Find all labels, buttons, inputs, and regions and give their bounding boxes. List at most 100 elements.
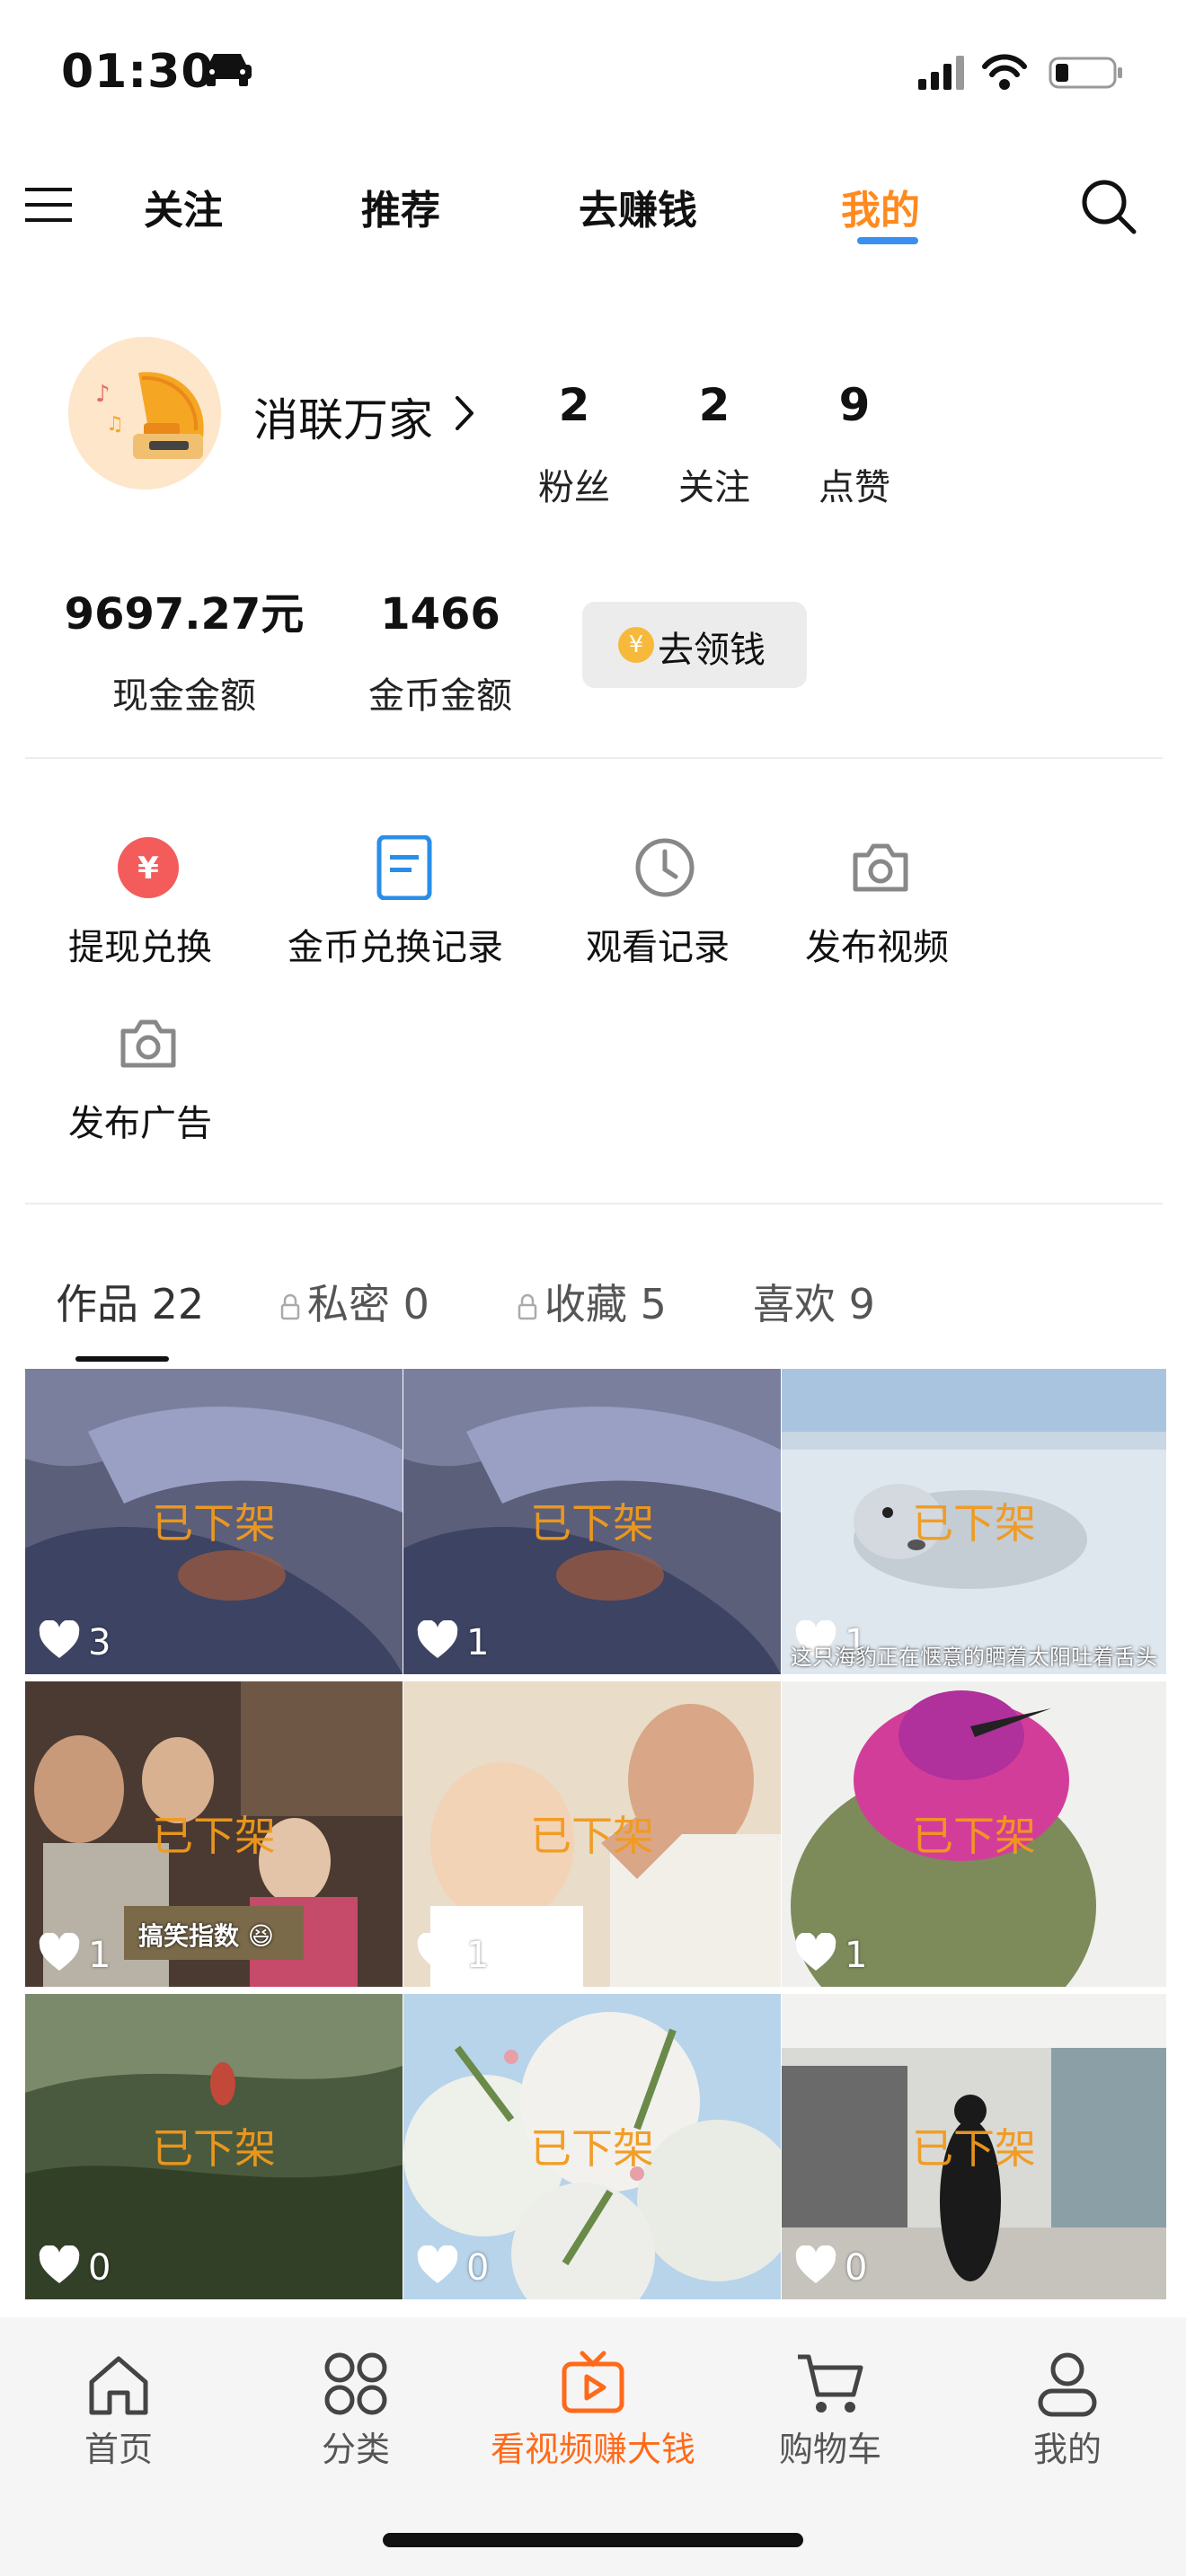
search-icon[interactable] [1078,176,1139,237]
stat-fans-count: 2 [558,379,590,431]
user-icon [1038,2352,1097,2417]
nav-tab-earn[interactable]: 去赚钱 [579,178,697,235]
func-withdraw-label: 提现兑换 [68,927,212,968]
home-indicator[interactable] [383,2533,803,2547]
video-tile[interactable]: 已下架 1 [403,1369,781,1674]
status-bar: 01:30 [0,0,1186,135]
home-icon [89,2356,148,2415]
claim-money-button[interactable]: ¥ 去领钱 [582,602,807,688]
document-icon [376,835,432,900]
username[interactable]: 消联万家 [253,384,433,449]
svg-text:¥: ¥ [137,851,159,887]
like-number: 0 [466,2247,490,2289]
video-tile[interactable]: 已下架 0 [25,1994,403,2299]
stat-likes[interactable]: 9 点赞 [787,374,922,510]
signal-icon [918,56,964,90]
camera-icon [853,843,908,892]
video-tile[interactable]: 已下架 1 这只海豹正在惬意的晒着太阳吐着舌头 [782,1369,1166,1674]
like-number: 3 [88,1622,111,1663]
func-publish-ad[interactable]: 发布广告 [36,1011,261,1146]
tabbar-watch-earn[interactable]: 看视频赚大钱 [474,2317,712,2497]
svg-text:♪: ♪ [95,381,111,408]
yuan-circle-icon: ¥ [118,837,179,898]
func-publish-video[interactable]: 发布视频 [782,835,979,970]
avatar[interactable]: ♪ ♫ [68,337,221,490]
like-number: 0 [88,2247,111,2289]
tab-private-label: 私密 0 [307,1280,429,1328]
svg-text:♫: ♫ [106,413,124,436]
content-tab-indicator [75,1356,169,1362]
like-number: 1 [845,1935,868,1976]
gramophone-image: ♪ ♫ [68,337,221,490]
removed-label: 已下架 [912,2124,1036,2173]
lock-icon [280,1293,300,1320]
stat-following-count: 2 [698,379,730,431]
tabbar-home[interactable]: 首页 [0,2317,237,2497]
func-publish-ad-label: 发布广告 [68,1103,212,1144]
video-tile[interactable]: 已下架 1 [403,1681,781,1987]
tab-works[interactable]: 作品 22 [56,1272,204,1331]
removed-label: 已下架 [530,1812,654,1860]
grid-icon [324,2352,387,2415]
video-tile[interactable]: 已下架 3 [25,1369,403,1674]
removed-label: 已下架 [912,1499,1036,1548]
top-navigation: 关注 推荐 去赚钱 我的 [0,153,1186,260]
chevron-right-icon[interactable] [452,393,477,434]
cash-label: 现金金额 [112,675,256,717]
battery-icon [1049,57,1122,89]
func-publish-video-label: 发布视频 [805,927,949,968]
stat-following[interactable]: 2 关注 [647,374,782,510]
tabbar-home-label: 首页 [84,2430,153,2469]
coin-balance[interactable]: 1466 金币金额 [350,584,530,719]
tab-liked[interactable]: 喜欢 9 [753,1272,875,1331]
laughing-emoji-icon: 😆 [247,1921,274,1951]
func-watch-history-label: 观看记录 [586,927,730,968]
tab-private[interactable]: 私密 0 [280,1272,429,1331]
nav-tab-follow[interactable]: 关注 [144,178,223,235]
tabbar-category-label: 分类 [321,2430,390,2469]
stat-fans[interactable]: 2 粉丝 [507,374,642,510]
coin-icon: ¥ [618,627,654,663]
tab-favorites[interactable]: 收藏 5 [518,1272,667,1331]
cash-balance[interactable]: 9697.27元 现金金额 [54,584,314,719]
nav-tab-mine[interactable]: 我的 [841,178,920,235]
nav-tab-recommend[interactable]: 推荐 [361,178,440,235]
func-watch-history[interactable]: 观看记录 [566,835,764,970]
cart-icon [798,2354,863,2413]
divider [25,757,1163,759]
stat-likes-label: 点赞 [819,467,890,508]
coin-amount: 1466 [380,589,500,640]
func-coin-records-label: 金币兑换记录 [288,927,503,968]
wifi-icon [982,54,1027,90]
video-tile[interactable]: 已下架 搞笑指数 😆 1 [25,1681,403,1987]
func-coin-records[interactable]: 金币兑换记录 [279,835,530,970]
heart-icon [417,1620,458,1658]
divider [25,1203,1163,1204]
heart-icon [39,1933,80,1971]
clock-icon [635,838,695,897]
like-number: 1 [88,1935,111,1976]
tabbar-watch-earn-label: 看视频赚大钱 [490,2430,695,2469]
funny-index-label: 搞笑指数 [138,1921,240,1951]
removed-label: 已下架 [530,2124,654,2173]
video-tile[interactable]: 已下架 0 [782,1994,1166,2299]
tabbar-cart[interactable]: 购物车 [712,2317,949,2497]
status-indicators [918,54,1122,90]
video-tile[interactable]: 已下架 0 [403,1994,781,2299]
tabbar-mine[interactable]: 我的 [949,2317,1186,2497]
menu-icon[interactable] [25,184,72,225]
car-icon [203,54,252,86]
heart-icon [417,2245,458,2283]
nav-active-indicator [857,237,918,244]
func-withdraw[interactable]: ¥ 提现兑换 [36,835,261,970]
status-time: 01:30 [61,45,215,99]
stat-following-label: 关注 [678,467,750,508]
heart-icon [39,1620,80,1658]
camera-icon [120,1019,176,1068]
claim-money-label: 去领钱 [658,630,766,671]
video-tile[interactable]: 已下架 1 [782,1681,1166,1987]
tabbar-category[interactable]: 分类 [237,2317,474,2497]
tabbar-mine-label: 我的 [1032,2430,1102,2469]
coin-label: 金币金额 [368,675,512,717]
removed-label: 已下架 [152,1499,276,1548]
